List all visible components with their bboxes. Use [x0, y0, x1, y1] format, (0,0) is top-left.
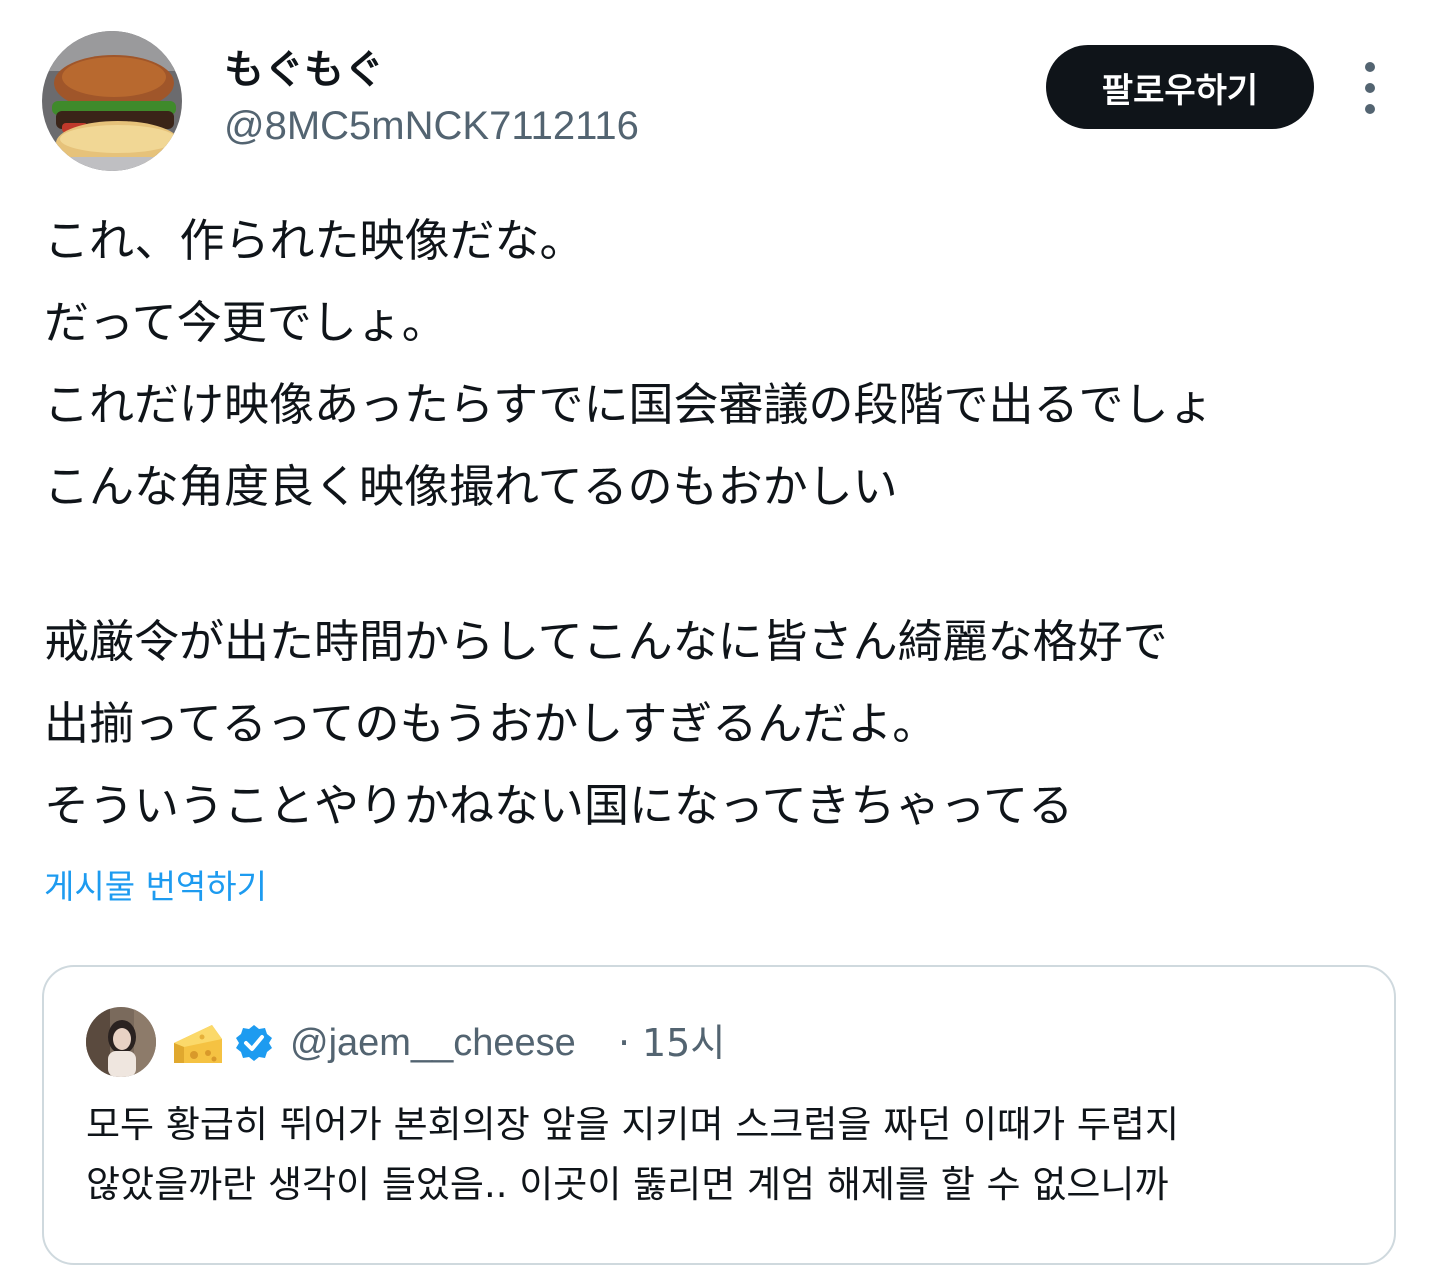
cheese-icon	[172, 1019, 224, 1067]
tweet-line: これ、作られた映像だな。	[44, 214, 585, 267]
quoted-post-card[interactable]: @jaem__cheese · 15시 모두 황급히 뛰어가 본회의장 앞을 지…	[42, 965, 1396, 1265]
verified-badge-icon	[234, 1023, 274, 1063]
separator-dot: ·	[618, 1021, 631, 1065]
hamburger-avatar-icon	[42, 31, 182, 171]
tweet-line: そういうことやりかねない国になってきちゃってる	[44, 779, 1074, 832]
author-avatar[interactable]	[42, 31, 182, 171]
author-handle[interactable]: @8MC5mNCK7112116	[224, 100, 639, 152]
quoted-author-handle[interactable]: @jaem__cheese	[290, 1019, 576, 1067]
tweet-text: これ、作られた映像だな。 だって今更でしょ。 これだけ映像あったらすでに国会審議…	[44, 200, 1414, 847]
quoted-post-line: 모두 황급히 뛰어가 본회의장 앞을 지키며 스크럼을 짜던 이때가 두렵지	[86, 1103, 1180, 1146]
translate-post-link[interactable]: 게시물 번역하기	[44, 862, 267, 912]
tweet-line: だって今更でしょ。	[44, 296, 447, 349]
person-photo-avatar-icon	[86, 1007, 156, 1077]
more-vertical-icon[interactable]	[1352, 62, 1388, 114]
follow-button[interactable]: 팔로우하기	[1046, 45, 1314, 129]
quoted-author-avatar[interactable]	[86, 1007, 156, 1077]
quoted-post-text: 모두 황급히 뛰어가 본회의장 앞을 지키며 스크럼을 짜던 이때가 두렵지 않…	[86, 1095, 1376, 1215]
tweet-line: これだけ映像あったらすでに国会審議の段階で出るでしょ	[44, 378, 1214, 431]
author-display-name[interactable]: もぐもぐ	[224, 44, 384, 96]
tweet-line: こんな角度良く映像撮れてるのもおかしい	[44, 460, 898, 513]
quoted-post-time[interactable]: 15시	[642, 1019, 725, 1067]
tweet-line: 戒厳令が出た時間からしてこんなに皆さん綺麗な格好で	[44, 615, 1168, 668]
quoted-post-line: 않았을까란 생각이 들었음.. 이곳이 뚫리면 계엄 해제를 할 수 없으니까	[86, 1163, 1169, 1206]
tweet-line: 出揃ってるってのもうおかしすぎるんだよ。	[44, 697, 938, 750]
